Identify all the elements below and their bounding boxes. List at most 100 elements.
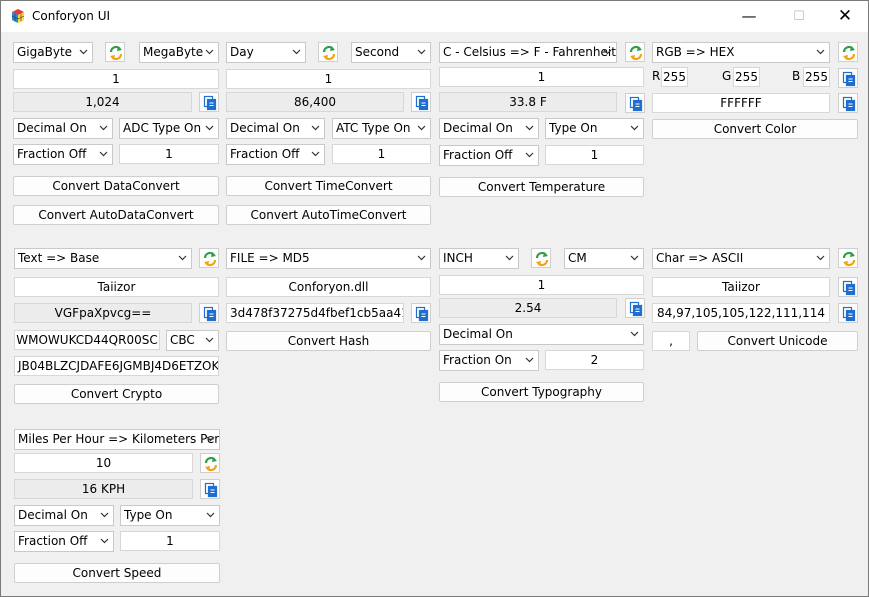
typography-input[interactable]: 1: [439, 275, 644, 295]
chevron-down-icon: [816, 49, 825, 55]
data-to-unit-select[interactable]: MegaByte: [139, 42, 219, 63]
chevron-down-icon: [630, 255, 639, 261]
red-input[interactable]: 255: [661, 67, 688, 87]
convert-hash-button[interactable]: Convert Hash: [226, 331, 431, 351]
convert-crypto-button[interactable]: Convert Crypto: [14, 384, 219, 404]
temperature-swap-button[interactable]: [625, 42, 645, 62]
speed-type-select[interactable]: Type On: [120, 505, 220, 526]
crypto-swap-button[interactable]: [199, 248, 219, 268]
unicode-input-copy-button[interactable]: [838, 277, 858, 297]
temperature-fraction-select[interactable]: Fraction Off: [439, 145, 539, 166]
unicode-output-copy-button[interactable]: [838, 303, 858, 323]
color-rgb-copy-button[interactable]: [838, 68, 858, 88]
data-fraction-select[interactable]: Fraction Off: [13, 144, 113, 165]
color-mode-select[interactable]: RGB => HEX: [652, 42, 830, 63]
convert-data-button[interactable]: Convert DataConvert: [13, 176, 219, 196]
swap-arrows-icon: [842, 45, 856, 61]
data-fraction-input[interactable]: 1: [119, 144, 219, 164]
green-label: G: [722, 69, 732, 83]
hash-output[interactable]: 3d478f37275d4fbef1cb5aa410b793: [226, 303, 404, 323]
typography-output: 2.54: [439, 298, 617, 318]
speed-mode-select[interactable]: Miles Per Hour => Kilometers Per Hour: [14, 429, 220, 450]
convert-unicode-button[interactable]: Convert Unicode: [697, 331, 858, 351]
swap-arrows-icon: [842, 251, 856, 267]
crypto-key-input[interactable]: WMOWUKCD44QR00SC: [14, 330, 160, 350]
copy-icon: [842, 280, 856, 296]
unicode-swap-button[interactable]: [838, 248, 858, 268]
convert-auto-data-button[interactable]: Convert AutoDataConvert: [13, 205, 219, 225]
typography-fraction-input[interactable]: 2: [545, 350, 644, 370]
convert-auto-time-button[interactable]: Convert AutoTimeConvert: [226, 205, 431, 225]
unicode-output[interactable]: 84,97,105,105,122,111,114: [652, 303, 830, 323]
chevron-down-icon: [417, 255, 426, 261]
time-fraction-select[interactable]: Fraction Off: [226, 144, 325, 165]
speed-fraction-select[interactable]: Fraction Off: [14, 531, 114, 552]
time-to-unit-select[interactable]: Second: [351, 42, 431, 63]
hash-input[interactable]: Conforyon.dll: [226, 277, 431, 297]
crypto-cipher-mode-select[interactable]: CBC: [166, 330, 219, 351]
convert-temperature-button[interactable]: Convert Temperature: [439, 177, 644, 197]
crypto-mode-select[interactable]: Text => Base: [14, 248, 192, 269]
maximize-button[interactable]: ☐: [776, 1, 822, 32]
crypto-input[interactable]: Taiizor: [14, 277, 219, 297]
speed-swap-button[interactable]: [200, 453, 220, 473]
red-label: R: [652, 69, 661, 83]
convert-speed-button[interactable]: Convert Speed: [14, 563, 220, 583]
hash-copy-button[interactable]: [411, 303, 431, 323]
data-fraction-label: Fraction Off: [17, 147, 87, 161]
crypto-copy-button[interactable]: [199, 303, 219, 323]
speed-decimal-select[interactable]: Decimal On: [14, 505, 114, 526]
color-hex-copy-button[interactable]: [838, 93, 858, 113]
speed-fraction-label: Fraction Off: [18, 534, 88, 548]
temperature-decimal-select[interactable]: Decimal On: [439, 118, 539, 139]
time-type-select[interactable]: ATC Type On: [332, 118, 431, 139]
crypto-cipher-output[interactable]: JB04BLZCJDAFE6JGMBJ4D6ETZOKAOM: [14, 356, 219, 376]
close-button[interactable]: ✕: [822, 1, 868, 32]
typography-from-unit-select[interactable]: INCH: [439, 248, 519, 269]
typography-to-unit-select[interactable]: CM: [564, 248, 644, 269]
time-decimal-select[interactable]: Decimal On: [226, 118, 325, 139]
time-from-unit-select[interactable]: Day: [226, 42, 306, 63]
blue-input[interactable]: 255: [803, 67, 830, 87]
typography-fraction-select[interactable]: Fraction On: [439, 350, 539, 371]
typography-fraction-label: Fraction On: [443, 353, 512, 367]
speed-fraction-input[interactable]: 1: [120, 531, 220, 551]
temperature-type-select[interactable]: Type On: [545, 118, 644, 139]
data-type-select[interactable]: ADC Type On: [119, 118, 219, 139]
temperature-fraction-input[interactable]: 1: [545, 145, 644, 165]
typography-swap-button[interactable]: [531, 248, 551, 268]
typography-copy-button[interactable]: [625, 298, 645, 318]
temperature-input[interactable]: 1: [439, 67, 644, 87]
typography-decimal-select[interactable]: Decimal On: [439, 324, 644, 345]
speed-input[interactable]: 10: [14, 453, 193, 473]
data-input[interactable]: 1: [13, 69, 219, 89]
minimize-button[interactable]: —: [726, 1, 772, 32]
data-decimal-select[interactable]: Decimal On: [13, 118, 113, 139]
convert-time-button[interactable]: Convert TimeConvert: [226, 176, 431, 196]
chevron-down-icon: [603, 49, 612, 55]
convert-color-button[interactable]: Convert Color: [652, 119, 858, 139]
speed-copy-button[interactable]: [200, 479, 220, 499]
swap-arrows-icon: [203, 251, 217, 267]
temperature-copy-button[interactable]: [625, 93, 645, 113]
unicode-mode-select[interactable]: Char => ASCII: [652, 248, 830, 269]
copy-icon: [415, 306, 429, 322]
time-copy-button[interactable]: [411, 92, 431, 112]
time-swap-button[interactable]: [318, 42, 338, 62]
color-swap-button[interactable]: [838, 42, 858, 62]
time-input[interactable]: 1: [226, 69, 431, 89]
data-from-unit-select[interactable]: GigaByte: [13, 42, 93, 63]
hash-mode-select[interactable]: FILE => MD5: [226, 248, 431, 269]
unicode-input[interactable]: Taiizor: [652, 277, 830, 297]
unicode-separator-input[interactable]: ,: [652, 331, 690, 351]
color-hex-output[interactable]: FFFFFF: [652, 93, 830, 113]
time-fraction-input[interactable]: 1: [332, 144, 431, 164]
convert-typography-button[interactable]: Convert Typography: [439, 382, 644, 402]
data-swap-button[interactable]: [105, 42, 125, 62]
chevron-down-icon: [816, 255, 825, 261]
swap-arrows-icon: [109, 45, 123, 61]
temperature-mode-select[interactable]: C - Celsius => F - Fahrenheit: [439, 42, 617, 63]
green-input[interactable]: 255: [733, 67, 760, 87]
chevron-down-icon: [100, 512, 109, 518]
data-copy-button[interactable]: [199, 92, 219, 112]
